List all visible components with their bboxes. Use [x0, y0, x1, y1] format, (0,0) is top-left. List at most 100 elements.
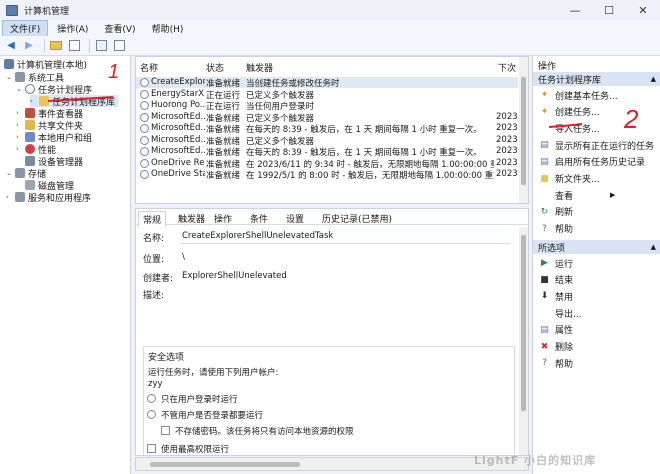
table-row[interactable]: CreateExplor...准备就绪当创建任务或修改任务时: [136, 77, 518, 89]
table-row[interactable]: OneDrive Sta...准备就绪在 1992/5/1 的 8:00 时 -…: [136, 169, 518, 181]
column-header-next-run[interactable]: 下次: [498, 61, 516, 74]
tab-general[interactable]: 常规: [138, 211, 167, 228]
chevron-down-icon[interactable]: ⌄: [16, 85, 25, 93]
tab-actions[interactable]: 操作: [210, 211, 236, 226]
back-icon[interactable]: ◀: [4, 39, 18, 53]
task-status: 准备就绪: [206, 171, 241, 181]
chevron-right-icon[interactable]: ›: [16, 109, 25, 117]
action-import-task[interactable]: 导入任务...: [533, 121, 660, 135]
history-icon: ▤: [540, 156, 549, 167]
table-row[interactable]: OneDrive Re...准备就绪在 2023/6/11 的 9:34 时 -…: [136, 158, 518, 170]
table-row[interactable]: EnergyStarX...正在运行已定义多个触发器: [136, 89, 518, 101]
tree-item-event-viewer[interactable]: › 事件查看器: [16, 107, 83, 120]
tree-item-task-scheduler[interactable]: ⌄ 任务计划程序: [16, 83, 92, 96]
action-properties[interactable]: ▤ 属性: [533, 323, 660, 337]
show-hide-tree-icon[interactable]: [67, 39, 81, 53]
close-button[interactable]: ✕: [626, 0, 660, 20]
help-icon[interactable]: [94, 39, 108, 53]
action-view[interactable]: 查看 ▶: [533, 188, 660, 202]
radio-whether-logged-on[interactable]: [147, 410, 156, 419]
menu-file[interactable]: 文件(F): [2, 19, 49, 37]
action-label: 帮助: [555, 359, 574, 370]
action-help[interactable]: ? 帮助: [533, 356, 660, 370]
detail-scrollbar[interactable]: [519, 227, 528, 455]
action-label: 禁用: [555, 292, 574, 303]
tree-item-root[interactable]: 计算机管理(本地): [4, 58, 88, 71]
action-history[interactable]: ▤ 启用所有任务历史记录: [533, 155, 660, 169]
chevron-right-icon[interactable]: ›: [16, 133, 25, 141]
action-end[interactable]: ■ 结束: [533, 273, 660, 287]
table-row[interactable]: MicrosoftEd... 准备就绪 已定义多个触发器 2023,: [136, 112, 518, 124]
folder-up-icon[interactable]: [49, 39, 63, 53]
collapse-icon[interactable]: ▲: [651, 75, 656, 83]
chevron-right-icon[interactable]: ›: [16, 145, 25, 153]
scrollbar-thumb[interactable]: [521, 77, 526, 185]
properties-icon[interactable]: [112, 39, 126, 53]
menu-action[interactable]: 操作(A): [50, 21, 95, 36]
action-run[interactable]: ▶ 运行: [533, 256, 660, 270]
chevron-right-icon[interactable]: ›: [6, 193, 15, 201]
minimize-button[interactable]: —: [558, 0, 592, 20]
column-header-name[interactable]: 名称: [140, 61, 158, 74]
tree-item-system-tools[interactable]: ⌄ 系统工具: [6, 71, 64, 84]
actions-section-selected[interactable]: 所选项 ▲: [533, 240, 660, 254]
action-create-basic-task[interactable]: ✦ 创建基本任务...: [533, 88, 660, 102]
table-row[interactable]: MicrosoftEd... 准备就绪 在每天的 8:39 - 触发后，在 1 天 …: [136, 123, 518, 135]
tree-item-device-manager[interactable]: 设备管理器: [25, 155, 83, 168]
task-next-run: 2023,: [496, 169, 518, 179]
scrollbar-thumb[interactable]: [521, 235, 526, 411]
export-icon: [539, 308, 550, 319]
checkbox-highest-privileges[interactable]: [147, 444, 156, 453]
action-disable[interactable]: ⬇ 禁用: [533, 289, 660, 303]
tab-triggers[interactable]: 触发器: [174, 211, 209, 226]
scrollbar-thumb[interactable]: [150, 462, 300, 467]
chevron-right-icon[interactable]: ›: [16, 121, 25, 129]
chevron-down-icon[interactable]: ⌄: [6, 73, 15, 81]
task-list-panel: 名称 状态 触发器 下次 CreateExplor...准备就绪当创建任务或修改…: [135, 56, 529, 204]
action-create-task[interactable]: ✦ 创建任务...: [533, 105, 660, 119]
action-delete[interactable]: ✖ 删除: [533, 340, 660, 354]
column-header-status[interactable]: 状态: [206, 61, 224, 74]
radio-logged-on-only[interactable]: [147, 394, 156, 403]
actions-header: 操作: [538, 61, 557, 72]
name-value[interactable]: CreateExplorerShellUnelevatedTask: [182, 231, 333, 241]
action-help[interactable]: ? 帮助: [533, 222, 660, 236]
task-list-scrollbar[interactable]: [519, 57, 528, 203]
chevron-down-icon[interactable]: ⌄: [6, 169, 15, 177]
maximize-button[interactable]: ☐: [592, 0, 626, 20]
menu-view[interactable]: 查看(V): [97, 21, 142, 36]
table-row[interactable]: MicrosoftEd... 准备就绪 在每天的 8:39 - 触发后，在 1 天 …: [136, 146, 518, 158]
actions-section-library[interactable]: 任务计划程序库 ▲: [533, 72, 660, 86]
option-logged-on-only[interactable]: 只在用户登录时运行: [161, 393, 238, 405]
table-row[interactable]: Huorong Po... 正在运行 当任何用户登录时: [136, 100, 518, 112]
tree-item-shared-folders[interactable]: › 共享文件夹: [16, 119, 83, 132]
tree-item-storage[interactable]: ⌄ 存储: [6, 167, 46, 180]
tab-history[interactable]: 历史记录(已禁用): [318, 211, 396, 226]
option-highest-privileges[interactable]: 使用最高权限运行: [161, 443, 229, 455]
collapse-icon[interactable]: ▲: [651, 243, 656, 251]
action-running-tasks[interactable]: ▤ 显示所有正在运行的任务: [533, 138, 660, 152]
checkbox-no-password[interactable]: [161, 426, 170, 435]
tab-conditions[interactable]: 条件: [246, 211, 272, 226]
forward-icon[interactable]: ▶: [22, 39, 36, 53]
action-export[interactable]: 导出...: [533, 306, 660, 320]
menu-help[interactable]: 帮助(H): [145, 21, 191, 36]
option-no-password[interactable]: 不存储密码。该任务将只有访问本地资源的权限: [175, 425, 354, 437]
action-refresh[interactable]: ↻ 刷新: [533, 205, 660, 219]
column-header-triggers[interactable]: 触发器: [246, 61, 273, 74]
chevron-right-icon[interactable]: ›: [30, 97, 39, 105]
option-whether-logged-on[interactable]: 不管用户是否登录都要运行: [161, 409, 263, 421]
tree-item-local-users[interactable]: › 本地用户和组: [16, 131, 92, 144]
disable-icon: ⬇: [540, 291, 549, 302]
action-new-folder[interactable]: ■ 新文件夹...: [533, 172, 660, 186]
horizontal-scrollbar[interactable]: [135, 457, 529, 471]
tree-item-disk-management[interactable]: 磁盘管理: [25, 179, 74, 192]
table-row[interactable]: MicrosoftEd... 准备就绪 已定义多个触发器 2023,: [136, 135, 518, 147]
tree-item-performance[interactable]: › 性能: [16, 143, 56, 156]
task-name: MicrosoftEd...: [151, 123, 205, 133]
tree-item-services-apps[interactable]: › 服务和应用程序: [6, 191, 91, 204]
tab-settings[interactable]: 设置: [282, 211, 308, 226]
tree-item-task-scheduler-library[interactable]: › 任务计划程序库: [30, 95, 118, 108]
view-icon: [539, 190, 550, 201]
tree-label: 计算机管理(本地): [17, 60, 88, 71]
